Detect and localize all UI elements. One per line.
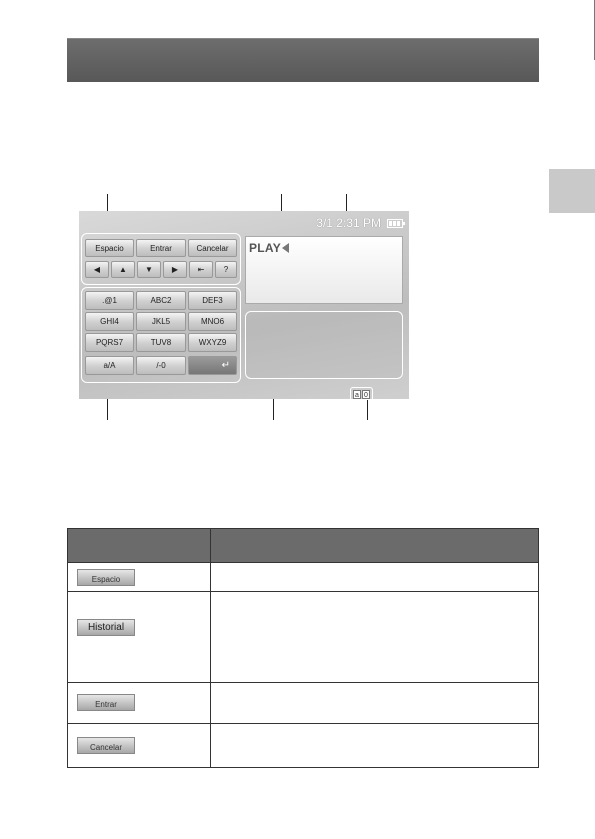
down-arrow-icon: ▼ [145,265,153,274]
down-arrow-key[interactable]: ▼ [137,261,161,278]
left-arrow-key[interactable]: ◀ [85,261,109,278]
cancel-button-image: Cancelar [77,737,135,754]
table-header-cell [210,528,539,563]
table-header-cell [67,528,211,563]
prediction-area [245,311,403,379]
chapter-side-tab [549,169,595,213]
char-key-label: WXYZ9 [198,338,227,347]
callout-line-mode [367,400,368,420]
char-key-label: TUV8 [150,338,172,347]
cursor-icon [282,243,290,253]
char-key[interactable]: DEF3 [188,291,237,310]
text-input-screen: 3/1 2:31 PM Espacio Entrar Cancelar ◀ ▲ … [79,211,409,399]
char-key-label: MNO6 [200,317,225,326]
table-desc-cell [210,562,539,592]
right-arrow-icon: ▶ [171,265,179,274]
char-key-label: PQRS7 [95,338,124,347]
char-key-label: ABC2 [150,296,172,305]
status-bar: 3/1 2:31 PM [316,215,405,231]
char-key-label: DEF3 [202,296,223,305]
backspace-icon: ⇤ [197,265,205,274]
battery-icon [387,218,405,228]
help-key-label: ? [223,265,229,274]
case-toggle-key[interactable]: a/A [85,356,134,375]
typed-text: PLAY [249,241,290,255]
button-description-table: Espacio Historial Entrar Cancelar [67,528,539,768]
up-arrow-key[interactable]: ▲ [111,261,135,278]
table-row: Entrar [67,682,539,724]
char-key[interactable]: WXYZ9 [188,333,237,352]
char-key[interactable]: GHI4 [85,312,134,331]
input-mode-indicator: a 0 [350,387,373,399]
typed-text-value: PLAY [249,241,282,255]
cancel-key[interactable]: Cancelar [188,239,237,257]
section-title-bar [67,38,539,82]
left-arrow-icon: ◀ [93,265,101,274]
table-icon-cell: Cancelar [67,723,211,768]
char-key[interactable]: ABC2 [136,291,186,310]
table-row: Historial [67,591,539,683]
text-input-field[interactable]: PLAY [245,236,403,304]
table-desc-cell [210,591,539,683]
table-row: Espacio [67,562,539,592]
backspace-key[interactable]: ⇤ [189,261,213,278]
mode-digit: 0 [362,389,370,399]
datetime-display: 3/1 2:31 PM [316,216,381,230]
space-key-label: Espacio [95,243,124,253]
mode-letter: a [353,389,361,399]
char-key[interactable]: TUV8 [136,333,186,352]
table-row: Cancelar [67,723,539,768]
char-key[interactable]: PQRS7 [85,333,134,352]
enter-key-label: Entrar [150,243,172,253]
char-key[interactable]: MNO6 [188,312,237,331]
char-key-label: GHI4 [100,317,119,326]
table-desc-cell [210,723,539,768]
enter-button-image: Entrar [77,694,135,711]
char-key[interactable]: JKL5 [136,312,186,331]
table-header-row [67,528,539,563]
char-key[interactable]: /-0 [136,356,186,375]
space-key[interactable]: Espacio [85,239,134,257]
char-key-label: a/A [103,361,116,370]
table-desc-cell [210,682,539,724]
table-icon-cell: Espacio [67,562,211,592]
up-arrow-icon: ▲ [119,265,127,274]
help-key[interactable]: ? [215,261,237,278]
char-key-label: JKL5 [151,317,171,326]
history-button-image: Historial [77,619,135,636]
page-top-edge [0,0,595,6]
enter-key[interactable]: Entrar [136,239,186,257]
return-key[interactable]: ↵ [188,356,237,375]
cancel-key-label: Cancelar [196,243,229,253]
space-button-image: Espacio [77,569,135,586]
char-key-label: .@1 [102,296,117,305]
table-icon-cell: Entrar [67,682,211,724]
char-key-label: /-0 [156,361,166,370]
table-icon-cell: Historial [67,591,211,683]
right-arrow-key[interactable]: ▶ [163,261,187,278]
char-key[interactable]: .@1 [85,291,134,310]
return-icon: ↵ [221,360,230,371]
